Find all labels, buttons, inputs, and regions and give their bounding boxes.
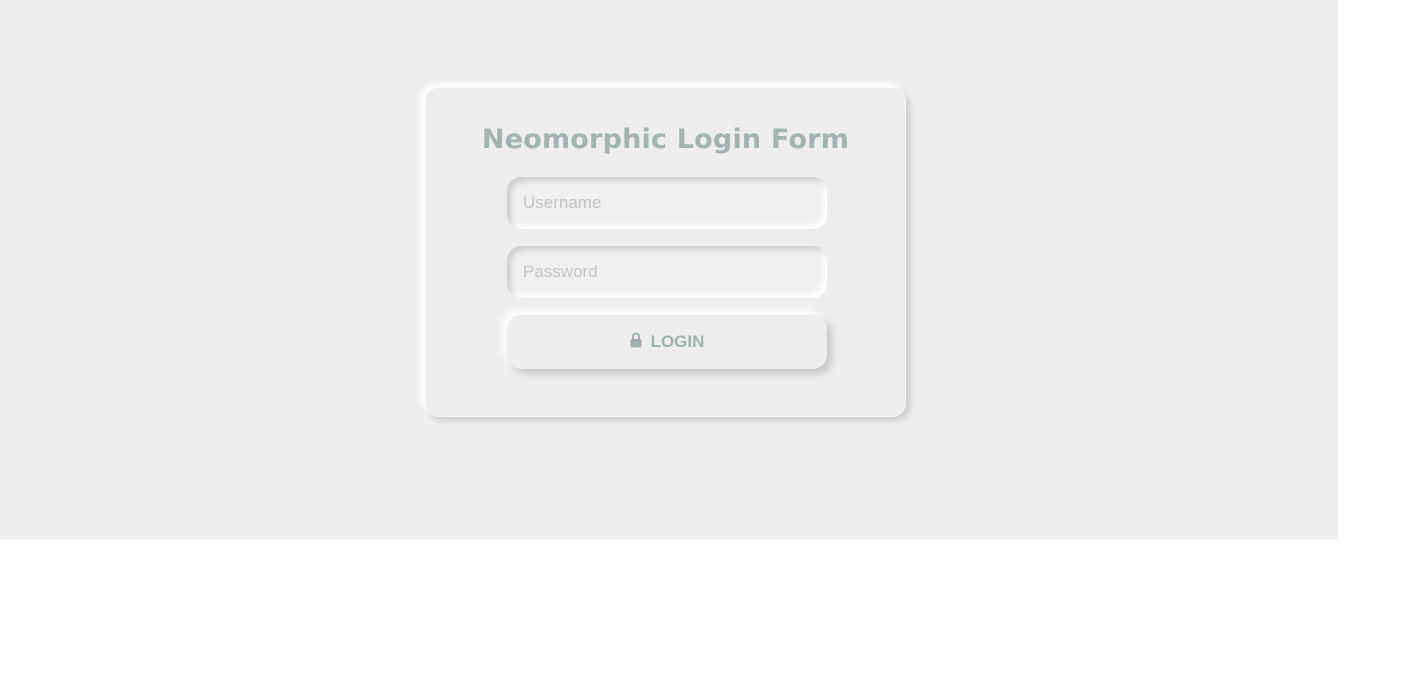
username-input[interactable]: [507, 177, 827, 229]
page-background: Neomorphic Login Form LOGIN: [0, 0, 1338, 539]
password-input[interactable]: [507, 246, 827, 298]
login-card: Neomorphic Login Form LOGIN: [425, 87, 906, 417]
form-title: Neomorphic Login Form: [481, 124, 850, 155]
login-button-label: LOGIN: [650, 332, 705, 351]
login-button[interactable]: LOGIN: [507, 315, 827, 369]
lock-icon: [630, 332, 642, 348]
